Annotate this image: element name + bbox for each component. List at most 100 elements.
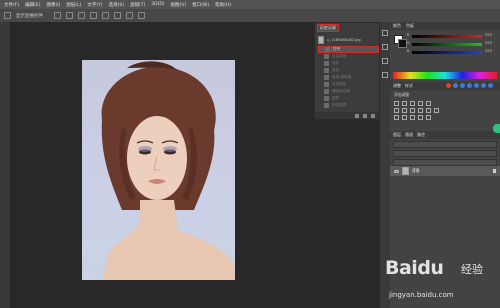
portrait-photo <box>82 60 235 280</box>
history-item[interactable]: 自由变换 <box>318 53 379 60</box>
blue-dot-icon[interactable] <box>481 83 486 88</box>
threshold-icon[interactable] <box>410 115 415 120</box>
menu-edit[interactable]: 编辑(E) <box>25 2 40 8</box>
history-panel-icon[interactable] <box>382 30 388 36</box>
add-adjustment-title: 添加调整 <box>394 92 410 97</box>
baidu-jingyan-watermark: Baidu 经验 jingyan.baidu.com <box>383 255 498 305</box>
invert-icon[interactable] <box>394 115 399 120</box>
blue-dot-icon[interactable] <box>453 83 458 88</box>
align-left-icon[interactable] <box>90 12 97 19</box>
watermark-logo: Baidu <box>385 257 444 279</box>
blend-mode-bar[interactable] <box>393 150 497 157</box>
properties-panel-icon[interactable] <box>382 44 388 50</box>
menu-view[interactable]: 视图(V) <box>171 2 187 8</box>
b-value[interactable]: 255 <box>485 49 492 53</box>
3d-mode-icon[interactable] <box>138 12 145 19</box>
history-snapshot[interactable]: u_1165480182.jpg <box>318 35 378 44</box>
eye-icon[interactable] <box>394 169 399 173</box>
tab-swatches[interactable]: 色板 <box>406 23 414 29</box>
history-item[interactable]: 曲线 <box>318 67 379 74</box>
blue-dot-icon[interactable] <box>488 83 493 88</box>
layer-thumbnail <box>402 167 409 175</box>
history-item[interactable]: 仿制图章 <box>318 102 379 109</box>
history-item[interactable]: 色相/饱和度 <box>318 74 379 81</box>
history-tab[interactable]: 历史记录 <box>317 24 339 32</box>
black-white-icon[interactable] <box>410 108 415 113</box>
history-item[interactable]: 打开 <box>318 46 379 53</box>
g-value[interactable]: 255 <box>485 41 492 45</box>
color-lookup-icon[interactable] <box>434 108 439 113</box>
vibrance-icon[interactable] <box>426 101 431 106</box>
history-item[interactable]: 图层 <box>318 95 379 102</box>
menu-3d[interactable]: 3D(D) <box>151 2 164 7</box>
blue-dot-icon[interactable] <box>467 83 472 88</box>
distribute-icon[interactable] <box>126 12 133 19</box>
new-document-icon[interactable] <box>355 113 359 118</box>
menu-bar: 文件(F) 编辑(E) 图像(I) 图层(L) 文字(Y) 选择(S) 滤镜(T… <box>0 0 500 9</box>
move-tool-icon[interactable] <box>4 12 11 19</box>
menu-window[interactable]: 窗口(W) <box>192 2 209 8</box>
b-slider[interactable] <box>412 51 482 54</box>
history-footer <box>315 112 379 119</box>
toolbox <box>0 22 10 308</box>
photo-filter-icon[interactable] <box>418 108 423 113</box>
history-panel: 历史记录 u_1165480182.jpg 打开 自由变换 色阶 曲线 色相/饱… <box>314 22 380 120</box>
selective-color-icon[interactable] <box>426 115 431 120</box>
menu-file[interactable]: 文件(F) <box>4 2 19 8</box>
levels-icon[interactable] <box>402 101 407 106</box>
menu-select[interactable]: 选择(S) <box>109 2 124 8</box>
curves-icon[interactable] <box>410 101 415 106</box>
blue-dot-icon[interactable] <box>474 83 479 88</box>
tab-channels[interactable]: 通道 <box>405 132 413 138</box>
color-panel: R G B 255 255 255 <box>390 30 500 72</box>
color-balance-icon[interactable] <box>402 108 407 113</box>
color-spectrum[interactable] <box>393 72 497 79</box>
r-slider[interactable] <box>412 35 482 38</box>
show-transform-label[interactable]: 显示变换控件 <box>16 13 43 19</box>
lock-bar[interactable] <box>393 159 497 166</box>
tab-adjustments[interactable]: 调整 <box>393 83 401 89</box>
g-slider[interactable] <box>412 43 482 46</box>
tab-paths[interactable]: 路径 <box>417 132 425 138</box>
tab-color[interactable]: 颜色 <box>393 23 401 29</box>
menu-help[interactable]: 帮助(H) <box>215 2 231 8</box>
background-color[interactable] <box>398 39 407 48</box>
exposure-icon[interactable] <box>418 101 423 106</box>
menu-image[interactable]: 图像(I) <box>46 2 60 8</box>
gradient-map-icon[interactable] <box>418 115 423 120</box>
trash-icon[interactable] <box>371 113 375 118</box>
character-panel-icon[interactable] <box>382 72 388 78</box>
menu-type[interactable]: 文字(Y) <box>87 2 102 8</box>
baidu-paw-icon[interactable] <box>446 83 451 88</box>
camera-icon[interactable] <box>363 113 367 118</box>
history-item-label: 色相/饱和度 <box>332 75 352 79</box>
align-right-icon[interactable] <box>114 12 121 19</box>
layer-filter-bar[interactable] <box>393 141 497 148</box>
hue-saturation-icon[interactable] <box>394 108 399 113</box>
layer-row-background[interactable]: 背景 <box>390 166 500 176</box>
history-item[interactable]: 色阶 <box>318 60 379 67</box>
tab-styles[interactable]: 样式 <box>405 83 413 89</box>
align-bottom-icon[interactable] <box>78 12 85 19</box>
align-center-icon[interactable] <box>102 12 109 19</box>
blue-dot-icon[interactable] <box>460 83 465 88</box>
posterize-icon[interactable] <box>402 115 407 120</box>
brightness-icon[interactable] <box>394 101 399 106</box>
adjustment-row <box>390 100 500 107</box>
r-value[interactable]: 255 <box>485 33 492 37</box>
align-top-icon[interactable] <box>54 12 61 19</box>
menu-layer[interactable]: 图层(L) <box>66 2 81 8</box>
brush-panel-icon[interactable] <box>382 58 388 64</box>
tab-layers[interactable]: 图层 <box>393 132 401 138</box>
watermark-url: jingyan.baidu.com <box>389 291 454 299</box>
menu-filter[interactable]: 滤镜(T) <box>130 2 145 8</box>
side-feedback-button[interactable] <box>493 124 500 133</box>
history-item-label: 曲线 <box>332 68 340 72</box>
history-step-icon <box>324 96 329 101</box>
history-step-icon <box>324 68 329 73</box>
history-item[interactable]: 可选颜色 <box>318 81 379 88</box>
history-item[interactable]: 通道混合器 <box>318 88 379 95</box>
history-item-label: 色阶 <box>332 61 340 65</box>
channel-mixer-icon[interactable] <box>426 108 431 113</box>
align-middle-icon[interactable] <box>66 12 73 19</box>
